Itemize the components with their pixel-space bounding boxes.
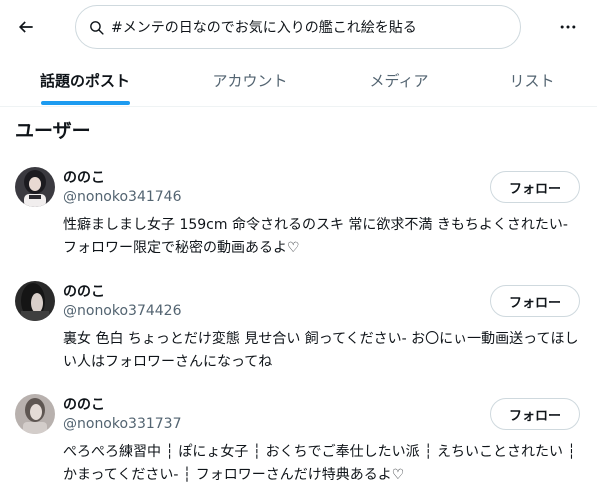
tab-bar: 話題のポスト アカウント メディア リスト [0, 55, 597, 107]
tab-top-posts[interactable]: 話題のポスト [0, 55, 170, 106]
arrow-left-icon [18, 21, 33, 33]
section-title-users: ユーザー [15, 120, 91, 142]
user-name[interactable]: ののこ [63, 394, 105, 414]
follow-button[interactable]: フォロー [490, 171, 580, 203]
user-name[interactable]: ののこ [63, 167, 105, 187]
follow-button[interactable]: フォロー [490, 285, 580, 317]
search-box[interactable] [75, 5, 521, 49]
avatar[interactable] [15, 281, 55, 321]
user-handle[interactable]: @nonoko374426 [63, 303, 182, 319]
tab-lists[interactable]: リスト [462, 55, 597, 106]
user-bio: 性癖ましまし女子 159cm 命令されるのスキ 常に欲求不満 きもちよくされたい… [63, 217, 568, 256]
tab-accounts[interactable]: アカウント [165, 55, 335, 106]
more-button[interactable] [552, 11, 584, 43]
user-bio: 裏女 色白 ちょっとだけ変態 見せ合い 飼ってください- お〇にぃ一動画送ってほ… [63, 331, 579, 370]
user-name[interactable]: ののこ [63, 281, 105, 301]
search-input[interactable] [111, 19, 491, 35]
more-horizontal-icon [560, 25, 576, 29]
avatar[interactable] [15, 394, 55, 434]
back-button[interactable] [10, 11, 42, 43]
follow-button[interactable]: フォロー [490, 398, 580, 430]
user-handle[interactable]: @nonoko331737 [63, 416, 182, 432]
user-handle[interactable]: @nonoko341746 [63, 189, 182, 205]
tab-media[interactable]: メディア [314, 55, 484, 106]
user-bio: ぺろぺろ練習中 ┆ ぽにょ女子 ┆ おくちでご奉仕したい派 ┆ えちいことされた… [63, 444, 576, 483]
active-tab-indicator [41, 101, 130, 105]
top-bar [0, 0, 597, 54]
avatar[interactable] [15, 167, 55, 207]
search-icon [90, 20, 104, 35]
